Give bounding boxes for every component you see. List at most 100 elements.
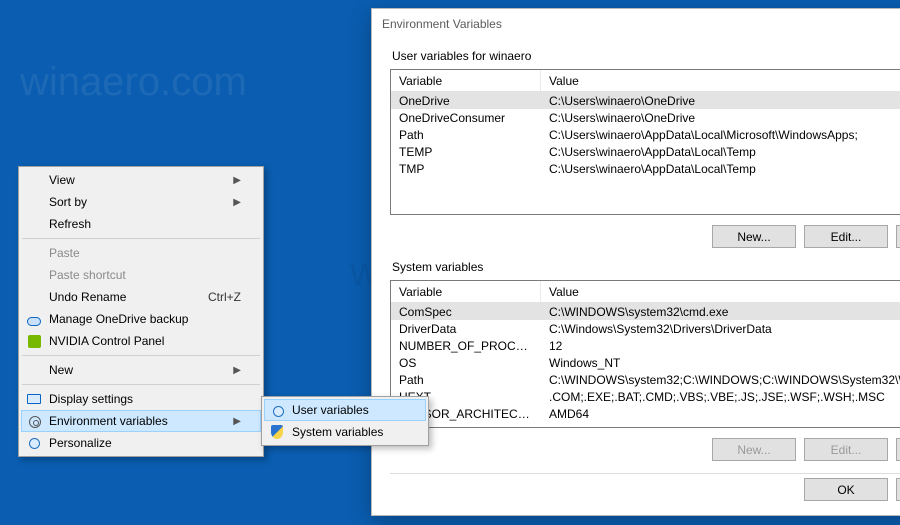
menu-item-label: Undo Rename — [49, 290, 126, 304]
cell-variable: TMP — [391, 162, 541, 176]
user-new-button[interactable]: New... — [712, 225, 796, 248]
menu-item-label: Paste — [49, 246, 80, 260]
table-row[interactable]: PathC:\Users\winaero\AppData\Local\Micro… — [391, 126, 900, 143]
table-row[interactable]: HEXT.COM;.EXE;.BAT;.CMD;.VBS;.VBE;.JS;.J… — [391, 388, 900, 405]
chevron-right-icon: ▶ — [233, 416, 241, 427]
cell-variable: Path — [391, 128, 541, 142]
submenu-item-user-variables[interactable]: User variables — [264, 399, 426, 421]
cell-variable: TEMP — [391, 145, 541, 159]
menu-item-label: Paste shortcut — [49, 268, 126, 282]
cell-value: C:\Windows\System32\Drivers\DriverData — [541, 322, 900, 336]
menu-item-sort-by[interactable]: Sort by ▶ — [21, 191, 261, 213]
menu-item-environment-variables[interactable]: Environment variables▶ — [21, 410, 261, 432]
user-icon — [270, 403, 286, 419]
system-variables-list[interactable]: Variable Value ComSpecC:\WINDOWS\system3… — [390, 280, 900, 428]
dialog-footer: OK Cancel — [372, 478, 900, 515]
menu-item-personalize[interactable]: Personalize — [21, 432, 261, 454]
menu-item-undo-rename[interactable]: Undo Rename Ctrl+Z — [21, 286, 261, 308]
table-row[interactable]: OSWindows_NT — [391, 354, 900, 371]
list-header: Variable Value — [391, 70, 900, 92]
cell-value: C:\Users\winaero\AppData\Local\Microsoft… — [541, 128, 900, 142]
desktop-context-menu[interactable]: View ▶ Sort by ▶ Refresh Paste Paste shortcut U… — [18, 166, 264, 457]
gear-icon — [27, 414, 43, 430]
cell-value: Windows_NT — [541, 356, 900, 370]
col-variable[interactable]: Variable — [391, 281, 541, 302]
col-value[interactable]: Value — [541, 70, 900, 91]
chevron-right-icon: ▶ — [233, 175, 241, 186]
separator — [22, 355, 260, 356]
dialog-body: User variables for winaero Variable Valu… — [372, 39, 900, 478]
submenu-item-system-variables[interactable]: System variables — [264, 421, 426, 443]
cell-value: C:\WINDOWS\system32\cmd.exe — [541, 305, 900, 319]
user-delete-button[interactable]: Delete — [896, 225, 900, 248]
table-row[interactable]: OneDriveC:\Users\winaero\OneDrive — [391, 92, 900, 109]
menu-item-nvidia-control-panel[interactable]: NVIDIA Control Panel — [21, 330, 261, 352]
table-row[interactable]: DriverDataC:\Windows\System32\Drivers\Dr… — [391, 320, 900, 337]
menu-item-label: Manage OneDrive backup — [49, 312, 188, 326]
menu-item-manage-onedrive-backup[interactable]: Manage OneDrive backup — [21, 308, 261, 330]
menu-item-paste: Paste — [21, 242, 261, 264]
cell-variable: DriverData — [391, 322, 541, 336]
user-buttons: New... Edit... Delete — [390, 225, 900, 248]
table-row[interactable]: OneDriveConsumerC:\Users\winaero\OneDriv… — [391, 109, 900, 126]
list-header: Variable Value — [391, 281, 900, 303]
ok-button[interactable]: OK — [804, 478, 888, 501]
separator — [22, 238, 260, 239]
cell-variable: OS — [391, 356, 541, 370]
col-variable[interactable]: Variable — [391, 70, 541, 91]
monitor-icon — [26, 391, 42, 407]
cell-value: 12 — [541, 339, 900, 353]
cell-value: C:\Users\winaero\OneDrive — [541, 94, 900, 108]
cell-value: .COM;.EXE;.BAT;.CMD;.VBS;.VBE;.JS;.JSE;.… — [541, 390, 900, 404]
menu-item-label: New — [49, 363, 73, 377]
cell-variable: NUMBER_OF_PROCESSORS — [391, 339, 541, 353]
menu-item-label: Sort by — [49, 195, 87, 209]
cell-variable: ComSpec — [391, 305, 541, 319]
menu-item-refresh[interactable]: Refresh — [21, 213, 261, 235]
user-edit-button[interactable]: Edit... — [804, 225, 888, 248]
environment-variables-submenu[interactable]: User variables System variables — [261, 396, 429, 446]
menu-item-paste-shortcut: Paste shortcut — [21, 264, 261, 286]
col-value[interactable]: Value — [541, 281, 900, 302]
cell-value: C:\WINDOWS\system32;C:\WINDOWS;C:\WINDOW… — [541, 373, 900, 387]
cell-variable: OneDriveConsumer — [391, 111, 541, 125]
system-new-button[interactable]: New... — [712, 438, 796, 461]
cancel-button[interactable]: Cancel — [896, 478, 900, 501]
menu-item-label: NVIDIA Control Panel — [49, 334, 164, 348]
nvidia-icon — [26, 333, 42, 349]
system-edit-button[interactable]: Edit... — [804, 438, 888, 461]
chevron-right-icon: ▶ — [233, 197, 241, 208]
table-row[interactable]: TEMPC:\Users\winaero\AppData\Local\Temp — [391, 143, 900, 160]
system-variables-label: System variables — [392, 260, 900, 274]
titlebar: Environment Variables ✕ — [372, 9, 900, 39]
menu-item-label: Personalize — [49, 436, 112, 450]
menu-item-shortcut: Ctrl+Z — [208, 290, 241, 304]
menu-item-new[interactable]: New ▶ — [21, 359, 261, 381]
table-row[interactable]: NUMBER_OF_PROCESSORS12 — [391, 337, 900, 354]
user-variables-list[interactable]: Variable Value OneDriveC:\Users\winaero\… — [390, 69, 900, 215]
cell-value: C:\Users\winaero\OneDrive — [541, 111, 900, 125]
cloud-icon — [26, 311, 42, 327]
user-icon — [26, 435, 42, 451]
watermark: winaero.com — [20, 60, 247, 105]
chevron-right-icon: ▶ — [233, 365, 241, 376]
menu-item-display-settings[interactable]: Display settings — [21, 388, 261, 410]
menu-item-label: View — [49, 173, 75, 187]
cell-value: C:\Users\winaero\AppData\Local\Temp — [541, 162, 900, 176]
table-row[interactable]: ComSpecC:\WINDOWS\system32\cmd.exe — [391, 303, 900, 320]
dialog-title: Environment Variables — [382, 17, 502, 31]
menu-item-view[interactable]: View ▶ — [21, 169, 261, 191]
menu-item-label: Refresh — [49, 217, 91, 231]
separator — [390, 473, 900, 474]
table-row[interactable]: CESSOR_ARCHITECTUREAMD64 — [391, 405, 900, 422]
table-row[interactable]: TMPC:\Users\winaero\AppData\Local\Temp — [391, 160, 900, 177]
environment-variables-dialog: Environment Variables ✕ User variables f… — [371, 8, 900, 516]
menu-item-label: Display settings — [49, 392, 133, 406]
user-variables-label: User variables for winaero — [392, 49, 900, 63]
submenu-item-label: User variables — [292, 403, 369, 417]
shield-icon — [269, 424, 285, 440]
cell-variable: OneDrive — [391, 94, 541, 108]
table-row[interactable]: PathC:\WINDOWS\system32;C:\WINDOWS;C:\WI… — [391, 371, 900, 388]
system-delete-button[interactable]: Delete — [896, 438, 900, 461]
cell-variable: Path — [391, 373, 541, 387]
